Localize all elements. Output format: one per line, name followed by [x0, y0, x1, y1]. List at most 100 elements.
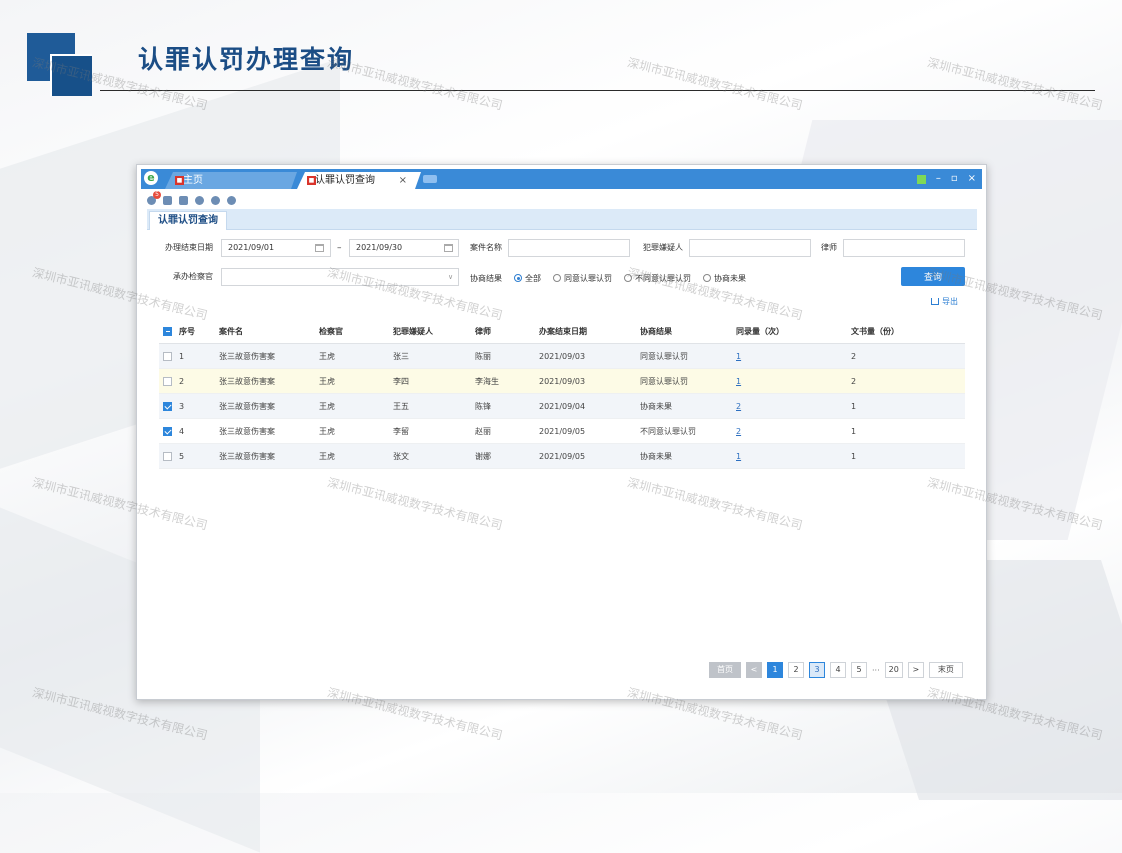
table-row[interactable]: 2 张三故意伤害案 王虎 李四 李海生 2021/09/03 同意认罪认罚 1 … [159, 369, 965, 394]
cell-records: 1 [736, 352, 851, 361]
cell-suspect: 张文 [393, 451, 409, 461]
calendar-icon[interactable] [444, 244, 453, 252]
cell-date: 2021/09/05 [539, 426, 586, 436]
radio-unresolved[interactable]: 协商未果 [703, 273, 746, 284]
calendar-icon[interactable] [315, 244, 324, 252]
cell-date: 2021/09/05 [539, 451, 586, 461]
records-link[interactable]: 2 [736, 427, 741, 436]
records-link[interactable]: 1 [736, 377, 741, 386]
first-page-button[interactable]: 首页 [709, 662, 741, 678]
cell-docs: 1 [851, 401, 857, 411]
window-controls: – ▫ × [916, 171, 976, 187]
minimize-button[interactable]: – [936, 172, 941, 186]
page-button[interactable]: 20 [884, 662, 903, 678]
tab-bar: e ■ 主页 ■ 认罪认罚查询 × – ▫ × [141, 169, 982, 189]
date-from-value: 2021/09/01 [228, 243, 275, 252]
cell-date: 2021/09/03 [539, 351, 586, 361]
table-row[interactable]: 3 张三故意伤害案 王虎 王五 陈锋 2021/09/04 协商未果 2 1 [159, 394, 965, 419]
lawyer-input[interactable] [843, 239, 965, 257]
query-tab-icon: ■ [308, 177, 315, 184]
page-button[interactable]: 5 [851, 662, 867, 678]
records-link[interactable]: 1 [736, 352, 741, 361]
watermark: 深圳市亚讯威视数字技术有限公司 [625, 55, 804, 113]
radio-agree[interactable]: 同意认罪认罚 [553, 273, 612, 284]
date-to-input[interactable]: 2021/09/30 [349, 239, 459, 257]
subtab-query[interactable]: 认罪认罚查询 [149, 211, 227, 230]
window-icon[interactable] [179, 195, 188, 205]
cell-lawyer: 陈丽 [475, 351, 491, 361]
page-button[interactable]: 2 [788, 662, 804, 678]
suspect-input[interactable] [689, 239, 811, 257]
tab-home[interactable]: ■ 主页 [165, 172, 297, 189]
row-check-cell [159, 376, 179, 386]
page-button[interactable]: 1 [767, 662, 783, 678]
radio-disagree[interactable]: 不同意认罪认罚 [624, 273, 691, 284]
cell-lawyer: 谢娜 [475, 451, 491, 461]
col-header: 序号 [179, 326, 195, 336]
table-row[interactable]: 4 张三故意伤害案 王虎 李留 赵丽 2021/09/05 不同意认罪认罚 2 … [159, 419, 965, 444]
new-tab-button[interactable] [423, 175, 437, 183]
watermark: 深圳市亚讯威视数字技术有限公司 [925, 55, 1104, 113]
chat-icon[interactable] [227, 195, 236, 205]
cell-result: 协商未果 [640, 401, 672, 411]
prosecutor-select[interactable] [221, 268, 459, 286]
cell-prosecutor: 王虎 [319, 376, 335, 386]
page-button[interactable]: 4 [830, 662, 846, 678]
cell-case: 张三故意伤害案 [219, 401, 275, 411]
cell-no: 4 [179, 426, 185, 436]
message-icon[interactable]: 5 [147, 190, 161, 205]
row-check-cell [159, 426, 179, 436]
cell-no: 1 [179, 351, 185, 361]
last-page-button[interactable]: 末页 [928, 662, 963, 678]
radio-label: 协商未果 [714, 273, 746, 283]
help-icon[interactable] [211, 195, 220, 205]
table-row[interactable]: 5 张三故意伤害案 王虎 张文 谢娜 2021/09/05 协商未果 1 1 [159, 444, 965, 469]
skin-icon[interactable] [916, 174, 926, 184]
records-link[interactable]: 1 [736, 452, 741, 461]
cell-result: 同意认罪认罚 [640, 351, 688, 361]
row-checkbox[interactable] [163, 376, 172, 386]
query-button[interactable]: 查询 [901, 267, 965, 286]
radio-selected-icon [514, 274, 522, 282]
settings-icon[interactable] [195, 195, 204, 205]
radio-all[interactable]: 全部 [514, 273, 541, 284]
row-checkbox[interactable] [163, 451, 172, 461]
col-header: 文书量（份） [851, 326, 899, 336]
prev-page-button[interactable]: < [746, 662, 762, 678]
cell-case: 张三故意伤害案 [219, 351, 275, 361]
chevron-down-icon[interactable]: ∨ [448, 267, 453, 287]
page-ellipsis: ··· [872, 665, 880, 675]
case-name-input[interactable] [508, 239, 630, 257]
close-window-button[interactable]: × [968, 172, 976, 186]
app-logo-icon: e [144, 171, 158, 185]
row-check-cell [159, 401, 179, 411]
next-page-button[interactable]: > [907, 662, 924, 678]
row-checkbox[interactable] [163, 401, 172, 411]
col-header: 检察官 [319, 326, 343, 336]
page-title: 认罪认罚办理查询 [138, 45, 355, 74]
row-checkbox[interactable] [163, 351, 172, 361]
export-label: 导出 [942, 297, 958, 306]
cell-result: 同意认罪认罚 [640, 376, 688, 386]
page-button[interactable]: 3 [809, 662, 825, 678]
records-link[interactable]: 2 [736, 402, 741, 411]
results-table: 序号 案件名 检察官 犯罪嫌疑人 律师 办案结束日期 协商结果 同录量（次） 文… [159, 319, 965, 469]
home-tab-icon: ■ [176, 177, 183, 184]
list-icon[interactable] [163, 195, 172, 205]
close-icon[interactable]: × [399, 172, 407, 189]
tab-query[interactable]: ■ 认罪认罚查询 × [297, 172, 421, 189]
export-button[interactable]: 导出 [931, 296, 958, 307]
table-row[interactable]: 1 张三故意伤害案 王虎 张三 陈丽 2021/09/03 同意认罪认罚 1 2 [159, 344, 965, 369]
cell-records: 1 [736, 377, 851, 386]
prosecutor-label: 承办检察官 [173, 272, 213, 281]
cell-date: 2021/09/03 [539, 376, 586, 386]
title-divider [100, 90, 1095, 91]
cell-suspect: 李四 [393, 376, 409, 386]
cell-date: 2021/09/04 [539, 401, 586, 411]
row-check-cell [159, 451, 179, 461]
col-header: 犯罪嫌疑人 [393, 326, 433, 336]
row-checkbox[interactable] [163, 426, 172, 436]
restore-button[interactable]: ▫ [951, 172, 958, 186]
cell-lawyer: 李海生 [475, 376, 499, 386]
select-all-checkbox[interactable] [163, 326, 172, 336]
